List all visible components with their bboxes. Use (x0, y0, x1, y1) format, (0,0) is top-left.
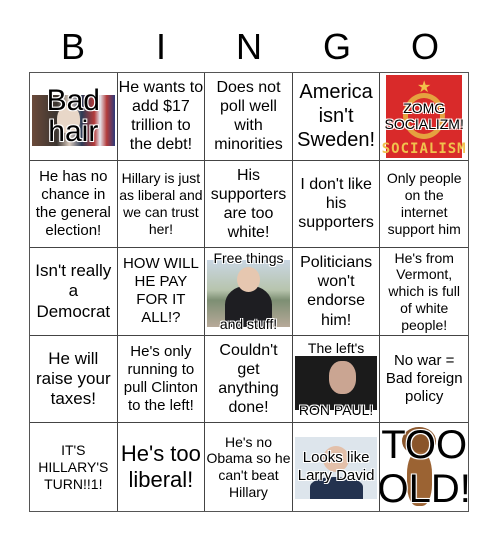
cell-text: He's no Obama so he can't beat Hillary (206, 433, 291, 500)
cell-text: He wants to add $17 trillion to the debt… (118, 78, 204, 154)
bingo-cell[interactable]: He's from Vermont, which is full of whit… (380, 248, 468, 336)
bingo-header: B I N G O (29, 22, 469, 72)
cell-text: Politicians won't endorse him! (300, 254, 373, 329)
bingo-cell[interactable]: He's only running to pull Clinton to the… (117, 335, 206, 424)
bingo-cell[interactable]: Does not poll well with minorities (205, 73, 293, 161)
cell-text: Hillary is just as liberal and we can tr… (119, 170, 203, 237)
cell-text-top: The left's (307, 339, 365, 356)
bingo-cell[interactable]: Looks like Larry David (293, 423, 381, 511)
cell-text: He's too liberal! (120, 440, 201, 493)
bingo-cell[interactable]: Couldn't get anything done! (205, 335, 293, 424)
cell-text: ZOMG SOCIALIZM! (384, 99, 464, 133)
bingo-cell[interactable]: I don't like his supporters (292, 160, 381, 249)
cell-text: I don't like his supporters (298, 176, 374, 232)
cell-text: Bad hair (46, 83, 100, 149)
cell-text-bottom: and stuff! (219, 316, 278, 332)
header-letter-n: N (236, 26, 262, 67)
cell-text: Isn't really a Democrat (35, 260, 112, 321)
bingo-cell[interactable]: He will raise your taxes! (30, 335, 118, 424)
cell-text: IT'S HILLARY'S TURN!!1! (38, 441, 109, 492)
bingo-cell[interactable]: He's too liberal! (118, 423, 206, 511)
poster-caption: SOCIALISM (381, 140, 467, 157)
bingo-cell[interactable]: TOO OLD! (380, 423, 468, 511)
bingo-cell[interactable]: Isn't really a Democrat (30, 248, 118, 336)
cell-text: TOO OLD! (380, 423, 468, 511)
bingo-cell[interactable]: Free things and stuff! (205, 248, 293, 336)
bingo-cell[interactable]: SOCIALISM ZOMG SOCIALIZM! (380, 73, 468, 161)
bingo-cell[interactable]: He has no chance in the general election… (30, 160, 118, 249)
cell-text: He has no chance in the general election… (35, 167, 111, 239)
cell-text: Only people on the internet support him (386, 170, 462, 237)
bingo-cell[interactable]: IT'S HILLARY'S TURN!!1! (30, 423, 118, 511)
cell-text-bottom: RON PAUL! (298, 401, 374, 418)
cell-text: America isn't Sweden! (297, 81, 376, 152)
cell-text: He's only running to pull Clinton to the… (123, 343, 198, 415)
cell-text: He will raise your taxes! (35, 348, 111, 409)
header-letter-o: O (410, 26, 439, 67)
cell-text-top: Free things (213, 250, 284, 267)
cell-text: Looks like Larry David (297, 449, 375, 485)
bingo-cell[interactable]: Politicians won't endorse him! (292, 248, 381, 336)
bingo-cell[interactable]: Hillary is just as liberal and we can tr… (117, 160, 206, 249)
bingo-cell[interactable]: Bad hair (30, 73, 118, 161)
bingo-cell[interactable]: The left's RON PAUL! (292, 335, 381, 424)
bingo-grid: Bad hair He wants to add $17 trillion to… (29, 72, 469, 512)
header-letter-b: B (60, 26, 85, 67)
cell-text: He's from Vermont, which is full of whit… (388, 249, 460, 333)
header-letter-i: I (155, 26, 166, 67)
bingo-cell[interactable]: No war = Bad foreign policy (380, 336, 468, 424)
bingo-cell[interactable]: HOW WILL HE PAY FOR IT ALL!? (117, 248, 206, 336)
cell-text: No war = Bad foreign policy (385, 352, 463, 406)
cell-text: His supporters are too white! (210, 166, 287, 242)
bingo-cell[interactable]: America isn't Sweden! (292, 73, 381, 161)
header-letter-g: G (322, 26, 351, 67)
bingo-cell[interactable]: He wants to add $17 trillion to the debt… (117, 73, 206, 161)
cell-text: Couldn't get anything done! (218, 341, 279, 417)
bingo-cell[interactable]: His supporters are too white! (205, 160, 293, 249)
cell-text: Does not poll well with minorities (214, 78, 283, 154)
cell-text: HOW WILL HE PAY FOR IT ALL!? (122, 255, 199, 327)
bingo-cell[interactable]: He's no Obama so he can't beat Hillary (205, 423, 293, 511)
bingo-cell[interactable]: Only people on the internet support him (380, 161, 468, 249)
